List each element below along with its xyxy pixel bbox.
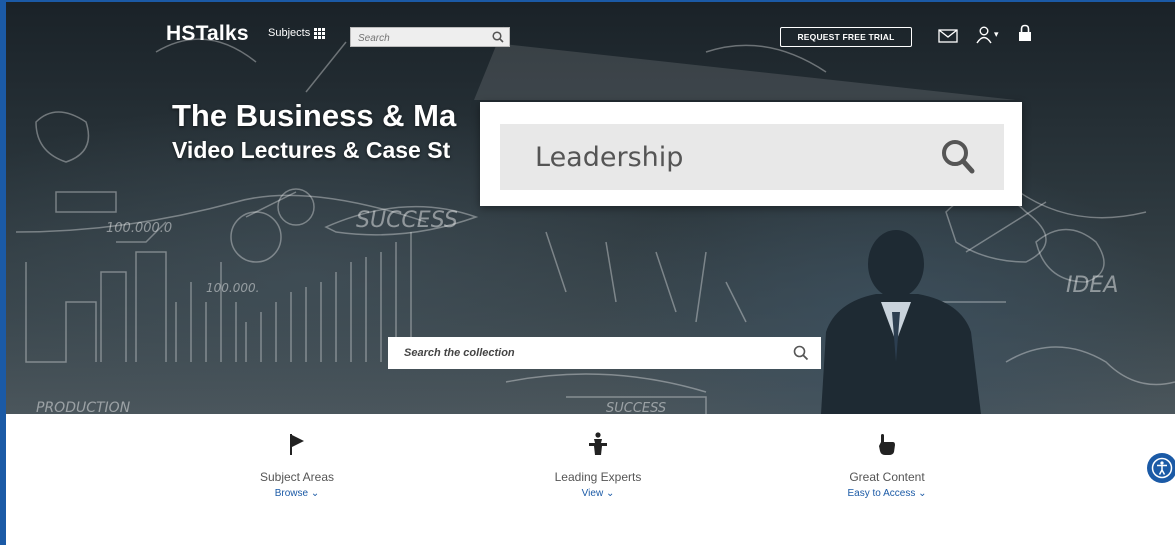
grid-icon bbox=[314, 27, 326, 39]
mail-icon[interactable] bbox=[938, 29, 958, 43]
feature-title: Subject Areas bbox=[259, 470, 335, 484]
accessibility-button[interactable] bbox=[1147, 453, 1175, 483]
easy-to-access-link[interactable]: Easy to Access ⌄ bbox=[777, 488, 997, 499]
search-icon[interactable] bbox=[793, 345, 809, 361]
hero-subtitle: Video Lectures & Case St bbox=[172, 137, 451, 163]
pointing-hand-icon bbox=[879, 434, 895, 455]
hero-title: The Business & Ma bbox=[172, 98, 457, 133]
feature-great-content: Great Content Easy to Access ⌄ bbox=[777, 430, 997, 499]
request-free-trial-button[interactable]: REQUEST FREE TRIAL bbox=[780, 27, 912, 47]
accessibility-icon bbox=[1151, 457, 1173, 479]
nav-search-input[interactable] bbox=[351, 29, 483, 48]
subjects-menu[interactable]: Subjects bbox=[268, 27, 326, 39]
collection-search-input[interactable] bbox=[388, 337, 794, 369]
lock-icon[interactable] bbox=[1018, 24, 1032, 42]
user-menu-caret-icon[interactable]: ▾ bbox=[994, 29, 999, 40]
feature-leading-experts: Leading Experts View ⌄ bbox=[488, 430, 708, 499]
browse-link[interactable]: Browse ⌄ bbox=[187, 488, 407, 499]
view-link[interactable]: View ⌄ bbox=[488, 488, 708, 499]
flag-icon bbox=[290, 434, 304, 455]
search-icon bbox=[942, 140, 975, 174]
hero-banner: 100.000.0 100.000. SUCCESS PRODUCTION SU… bbox=[6, 2, 1175, 414]
nav-search-box bbox=[350, 27, 510, 48]
lectern-icon bbox=[589, 432, 607, 455]
feature-subject-areas: Subject Areas Browse ⌄ bbox=[187, 430, 407, 499]
subjects-label: Subjects bbox=[268, 27, 311, 39]
collection-search-box bbox=[388, 337, 821, 369]
zoom-search-field: Leadership bbox=[500, 124, 1004, 190]
zoom-search-text: Leadership bbox=[535, 142, 684, 173]
search-icon[interactable] bbox=[492, 31, 504, 43]
feature-title: Great Content bbox=[849, 470, 925, 484]
site-logo[interactable]: HSTalks bbox=[166, 22, 249, 46]
feature-title: Leading Experts bbox=[554, 470, 642, 484]
zoom-callout: Leadership bbox=[480, 102, 1022, 206]
user-icon[interactable] bbox=[976, 26, 992, 44]
